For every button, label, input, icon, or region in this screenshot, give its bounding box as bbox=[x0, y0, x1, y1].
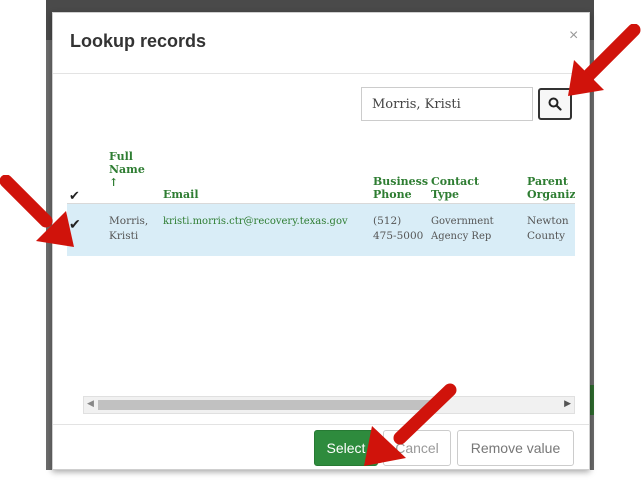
column-header-parent-organization[interactable]: Parent Organiz bbox=[527, 175, 575, 201]
remove-value-button[interactable]: Remove value bbox=[457, 430, 574, 466]
cell-business-phone: (512) 475-5000 bbox=[373, 215, 424, 242]
column-header-business-phone[interactable]: Business Phone bbox=[373, 175, 428, 201]
lookup-records-dialog: Lookup records × ✔ Full Name ↑ Email Bus… bbox=[52, 12, 590, 470]
cell-contact-type: Government Agency Rep bbox=[431, 216, 494, 242]
scroll-left-arrow-icon[interactable]: ◀ bbox=[87, 399, 94, 409]
annotation-arrow-icon bbox=[0, 175, 74, 247]
annotation-arrow-icon bbox=[364, 383, 457, 466]
column-header-email[interactable]: Email bbox=[163, 188, 199, 201]
cell-parent-organization: Newton County bbox=[527, 215, 569, 242]
table-row[interactable]: ✔ Morris, Kristi kristi.morris.ctr@recov… bbox=[67, 204, 575, 256]
results-grid: ✔ Full Name ↑ Email Business Phone Conta… bbox=[67, 141, 575, 391]
dialog-title: Lookup records bbox=[70, 31, 207, 51]
column-header-contact-type[interactable]: Contact Type bbox=[431, 175, 481, 201]
search-input[interactable] bbox=[361, 87, 533, 121]
footer-divider bbox=[53, 424, 589, 425]
horizontal-scrollbar[interactable]: ◀ ▶ bbox=[83, 396, 575, 414]
annotation-arrow-icon bbox=[568, 24, 641, 96]
header-divider bbox=[53, 73, 589, 74]
scroll-right-arrow-icon[interactable]: ▶ bbox=[564, 399, 571, 409]
column-header-full-name[interactable]: Full Name ↑ bbox=[109, 150, 145, 189]
cell-full-name: Morris, Kristi bbox=[109, 215, 149, 242]
cell-email-link[interactable]: kristi.morris.ctr@recovery.texas.gov bbox=[163, 214, 348, 229]
